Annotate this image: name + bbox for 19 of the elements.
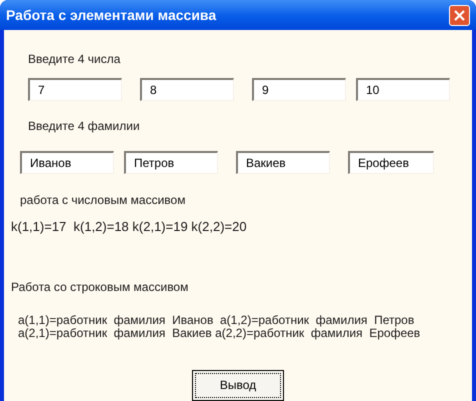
string-result: a(1,1)=работник фамилия Иванов a(1,2)=работник фамилия Петров [18,314,416,326]
text-field[interactable]: 8 [140,78,234,101]
text-field[interactable]: 7 [28,78,122,101]
close-button[interactable] [449,4,470,26]
surnames-label: Введите 4 фамилии [28,118,141,135]
section-label: работа с числовым массивом [20,192,186,209]
string-result: a(2,1)=работник фамилия Вакиев a(2,2)=работник фамилия Ерофеев [18,326,422,340]
close-icon [454,10,465,20]
text-field[interactable]: Иванов [20,151,114,174]
numbers-label: Введите 4 числа [28,51,122,68]
window-title: Работа с элементами массива [6,6,216,24]
numeric-result: k(1,1)=17 k(1,2)=18 k(2,1)=19 k(2,2)=20 [11,218,248,236]
text-field[interactable]: Ерофеев [348,151,434,174]
text-field[interactable]: Петров [124,151,218,174]
text-field[interactable]: 10 [356,78,450,101]
output-button[interactable]: Вывод [192,370,284,400]
text-field[interactable]: Вакиев [236,151,330,174]
text-field[interactable]: 9 [252,78,346,101]
section-label: Работа со строковым массивом [11,278,190,296]
